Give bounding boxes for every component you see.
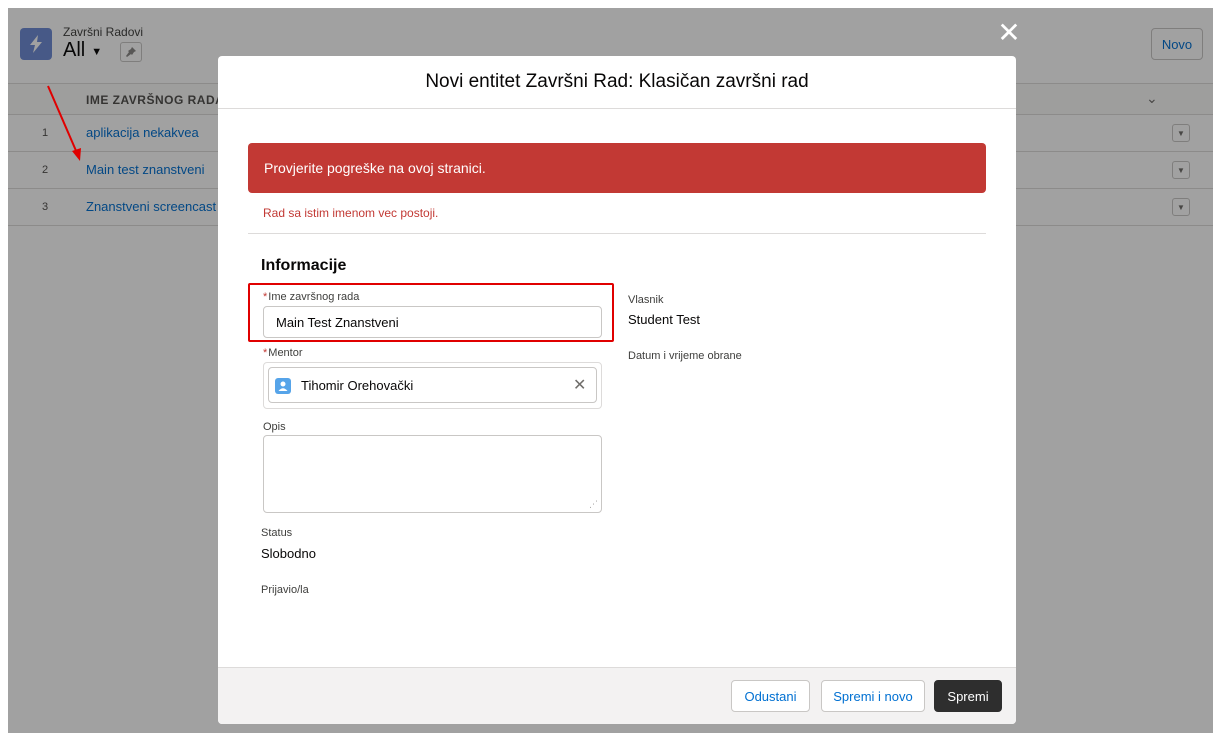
- error-banner-text: Provjerite pogreške na ovoj stranici.: [264, 160, 486, 176]
- modal-footer: Odustani Spremi i novo Spremi: [218, 667, 1016, 724]
- page: Završni Radovi All ▼ Novo IME ZAVRŠNOG R…: [8, 8, 1213, 733]
- close-icon[interactable]: ✕: [996, 19, 1022, 47]
- vlasnik-field-label: Vlasnik: [628, 294, 664, 306]
- section-title: Informacije: [261, 257, 347, 274]
- name-field-label: *Ime završnog rada: [263, 291, 360, 303]
- clear-icon[interactable]: ✕: [573, 375, 586, 395]
- mentor-name: Tihomir Orehovački: [301, 378, 414, 393]
- modal-body: Provjerite pogreške na ovoj stranici. Ra…: [218, 109, 1016, 667]
- mentor-lookup: Tihomir Orehovački ✕: [263, 362, 602, 409]
- error-message: Rad sa istim imenom vec postoji.: [263, 206, 439, 220]
- mentor-lookup-selection[interactable]: Tihomir Orehovački ✕: [268, 367, 597, 403]
- save-button[interactable]: Spremi: [934, 680, 1002, 712]
- prijavio-field-label: Prijavio/la: [261, 584, 309, 596]
- datum-field-label: Datum i vrijeme obrane: [628, 350, 742, 362]
- modal-header: Novi entitet Završni Rad: Klasičan završ…: [218, 56, 1016, 109]
- vlasnik-value[interactable]: Student Test: [628, 312, 700, 327]
- status-field-label: Status: [261, 527, 293, 539]
- save-and-new-button[interactable]: Spremi i novo: [821, 680, 925, 712]
- divider: [248, 233, 986, 234]
- modal-title: Novi entitet Završni Rad: Klasičan završ…: [425, 71, 809, 92]
- contact-icon: [275, 378, 291, 394]
- mentor-field-label: *Mentor: [263, 347, 303, 359]
- error-banner: Provjerite pogreške na ovoj stranici.: [248, 143, 986, 193]
- new-record-modal: Novi entitet Završni Rad: Klasičan završ…: [218, 56, 1016, 724]
- cancel-button[interactable]: Odustani: [731, 680, 810, 712]
- required-marker: *: [263, 347, 268, 359]
- required-marker: *: [263, 291, 268, 303]
- opis-field-label: Opis: [263, 421, 286, 433]
- name-input[interactable]: Main Test Znanstveni: [263, 306, 602, 338]
- opis-textarea[interactable]: ⋰: [263, 435, 602, 513]
- status-value: Slobodno: [261, 546, 316, 561]
- resize-handle-icon[interactable]: ⋰: [589, 499, 598, 510]
